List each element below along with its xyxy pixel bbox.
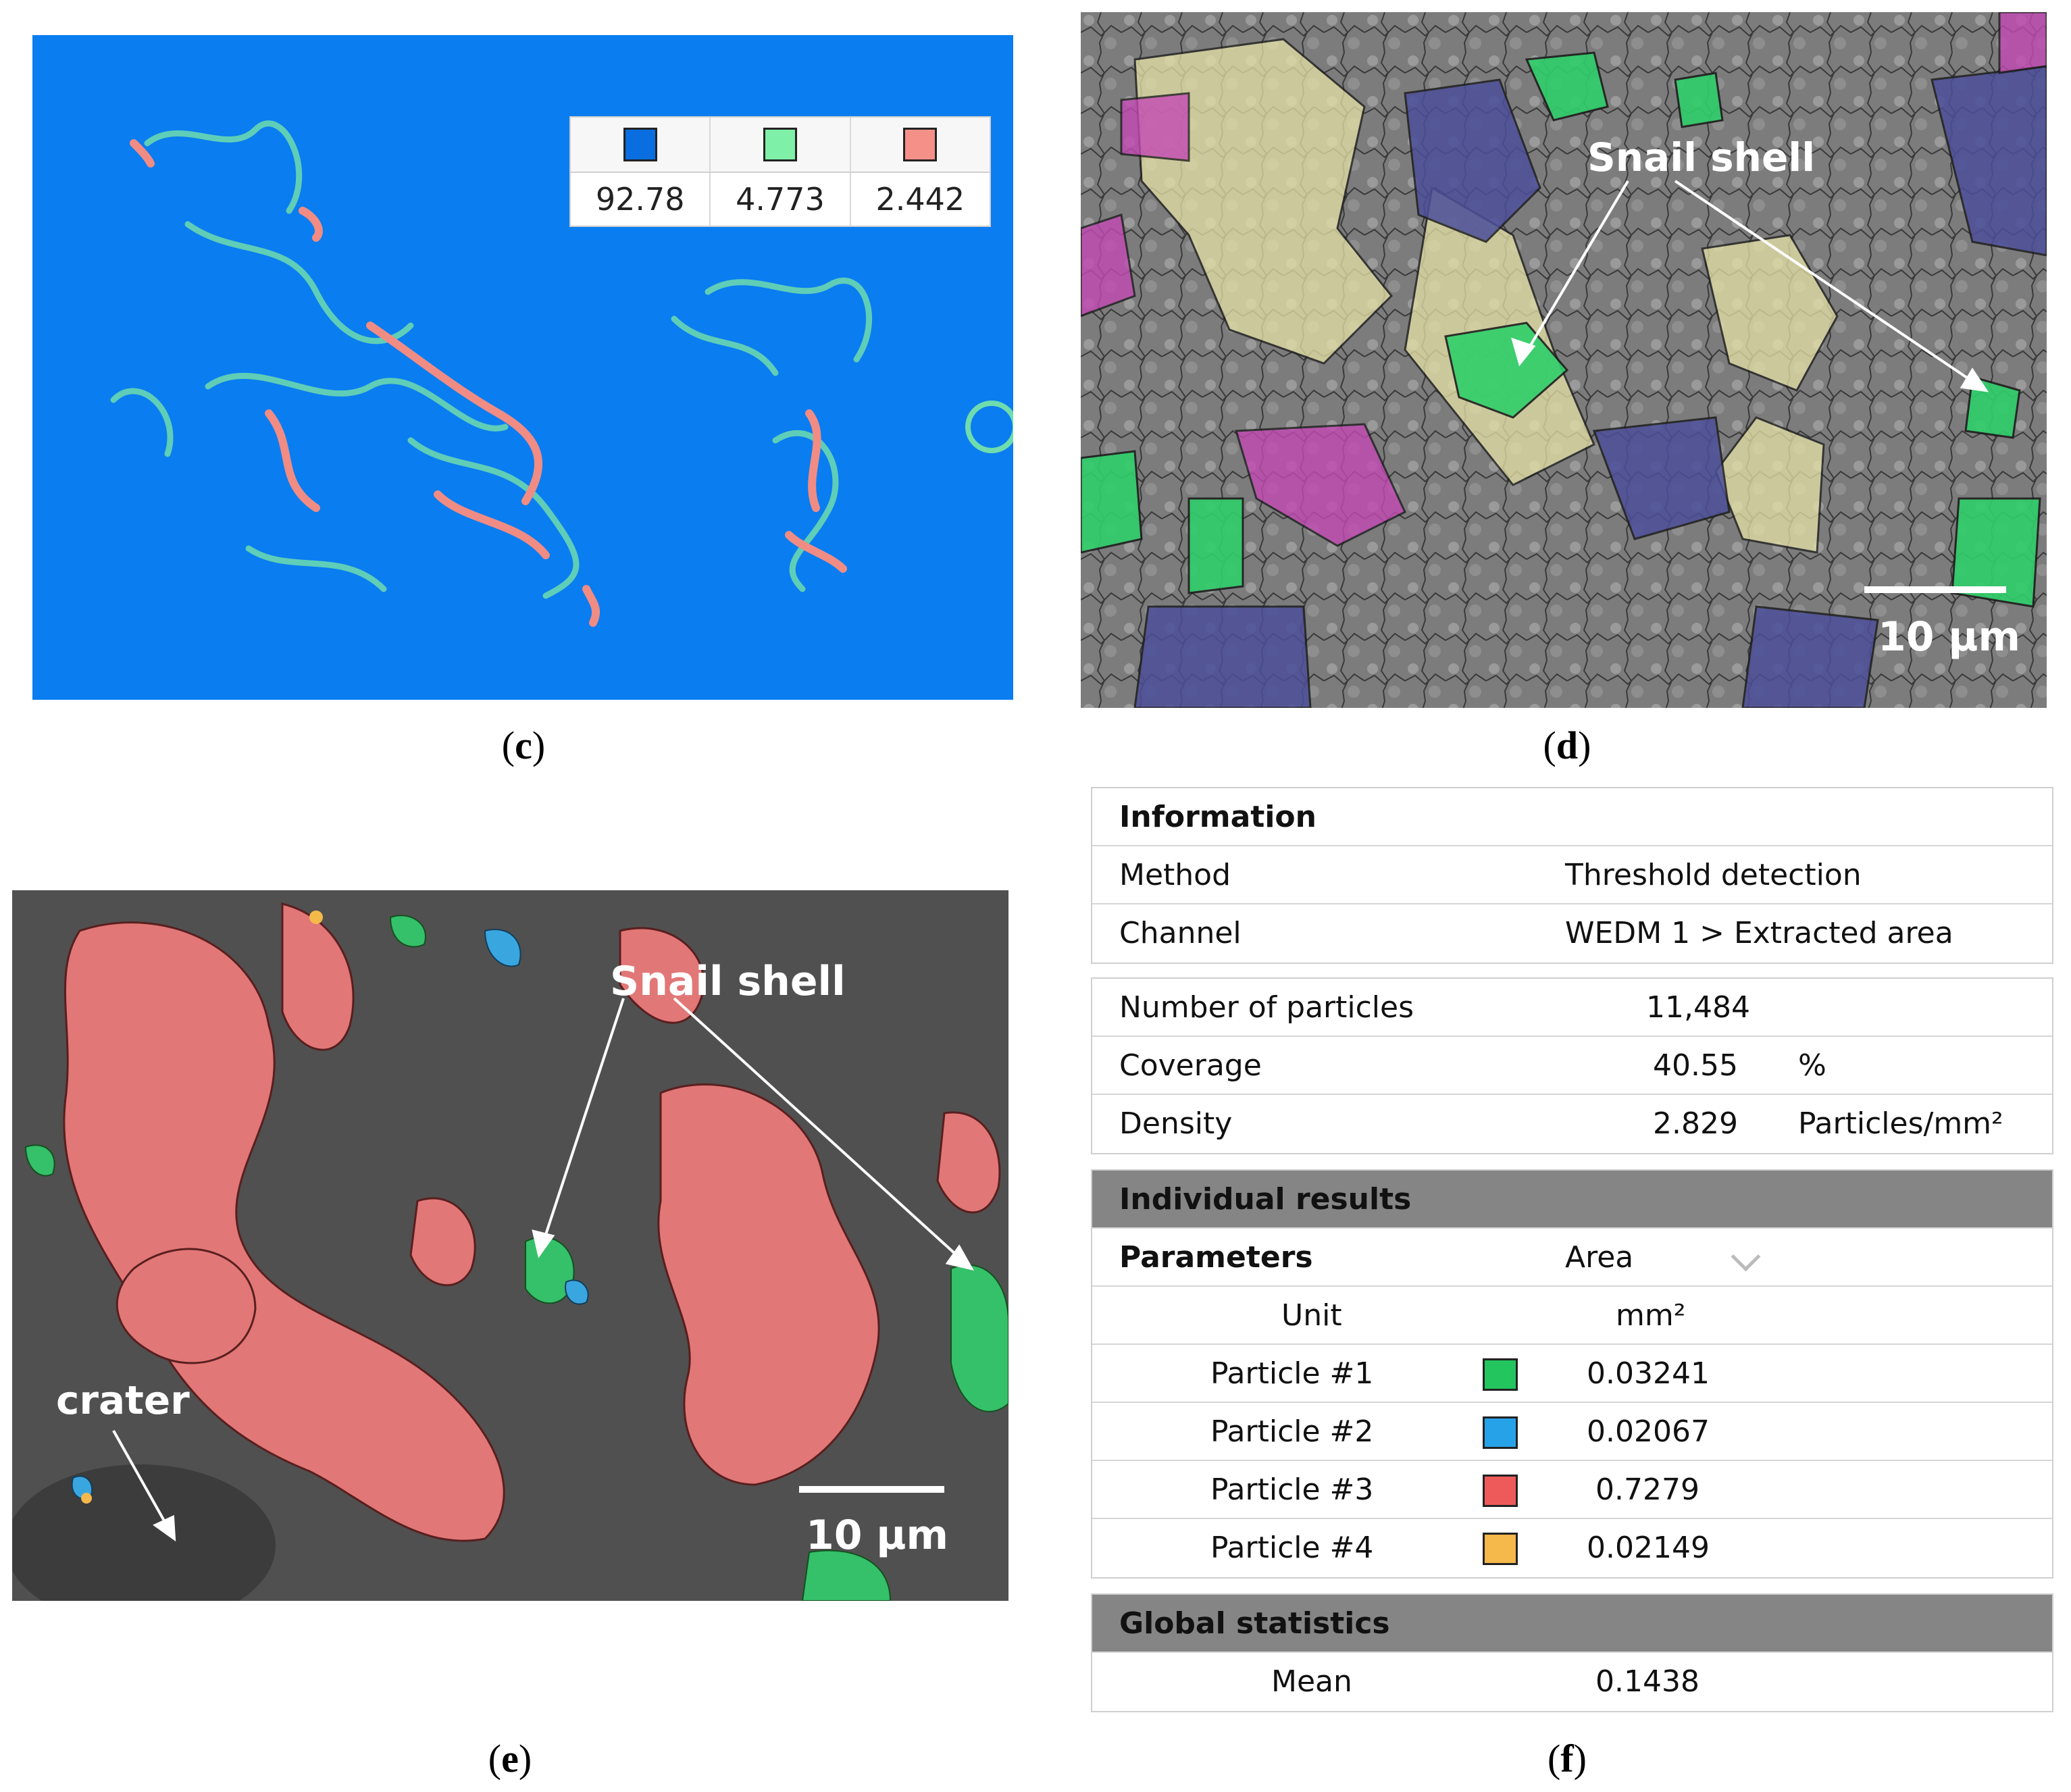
unit-row: Unit mm² xyxy=(1092,1287,2052,1345)
particles-count-label: Number of particles xyxy=(1119,990,1414,1025)
particle-row-1: Particle #1 0.03241 xyxy=(1092,1345,2052,1403)
particle-label-1: Particle #1 xyxy=(1210,1356,1374,1391)
legend-swatch-red xyxy=(903,128,938,161)
density-unit: Particles/mm² xyxy=(1798,1106,2003,1141)
method-label: Method xyxy=(1119,858,1231,892)
particle-row-3: Particle #3 0.7279 xyxy=(1092,1461,2052,1519)
global-statistics-title: Global statistics xyxy=(1119,1606,1390,1641)
coverage-value: 40.55 xyxy=(1653,1048,1738,1083)
method-value: Threshold detection xyxy=(1565,858,1862,892)
crater-label: crater xyxy=(56,1377,190,1423)
snail-shell-label-e: Snail shell xyxy=(610,958,846,1005)
particle-swatch-4 xyxy=(1483,1533,1518,1565)
information-header-row: Information xyxy=(1092,788,2052,846)
particle-value-4: 0.02149 xyxy=(1587,1531,1710,1565)
global-statistics-block: Global statistics Mean 0.1438 xyxy=(1091,1593,2053,1712)
information-title: Information xyxy=(1119,800,1316,834)
caption-e: (e) xyxy=(488,1737,532,1781)
particle-value-1: 0.03241 xyxy=(1587,1356,1710,1391)
panel-d-sem-segmentation: Snail shell 10 µm xyxy=(1081,12,2047,708)
scale-bar-label-e: 10 µm xyxy=(806,1512,948,1559)
density-value: 2.829 xyxy=(1653,1106,1738,1141)
particle-row-4: Particle #4 0.02149 xyxy=(1092,1519,2052,1577)
summary-block: Number of particles 11,484 Coverage 40.5… xyxy=(1091,977,2053,1154)
density-row: Density 2.829 Particles/mm² xyxy=(1092,1095,2052,1153)
panel-f-results-table: Information Method Threshold detection C… xyxy=(1091,787,2057,1712)
coverage-label: Coverage xyxy=(1119,1048,1262,1083)
particle-swatch-3 xyxy=(1483,1475,1518,1507)
particle-label-2: Particle #2 xyxy=(1210,1414,1374,1449)
legend-value-blue: 92.78 xyxy=(595,181,685,217)
channel-row: Channel WEDM 1 > Extracted area xyxy=(1092,904,2052,963)
global-statistics-header: Global statistics xyxy=(1092,1595,2052,1653)
caption-d: (d) xyxy=(1543,723,1591,767)
parameters-row: Parameters Area xyxy=(1092,1229,2052,1287)
particle-swatch-2 xyxy=(1483,1416,1518,1449)
unit-value: mm² xyxy=(1616,1298,1686,1333)
density-label: Density xyxy=(1119,1106,1233,1141)
scale-bar-label-d: 10 µm xyxy=(1878,613,2020,661)
particle-label-3: Particle #3 xyxy=(1210,1473,1374,1507)
coverage-row: Coverage 40.55 % xyxy=(1092,1037,2052,1095)
particle-value-2: 0.02067 xyxy=(1587,1414,1710,1449)
panel-e-particle-detection: Snail shell crater 10 µm xyxy=(12,890,1008,1601)
particle-detection-image: Snail shell crater 10 µm xyxy=(12,890,1008,1601)
snail-shell-label-d: Snail shell xyxy=(1587,134,1815,180)
legend-value-red: 2.442 xyxy=(875,181,965,217)
information-block: Information Method Threshold detection C… xyxy=(1091,787,2053,964)
caption-c: (c) xyxy=(501,723,546,767)
chevron-down-icon[interactable] xyxy=(1731,1241,1761,1272)
legend-value-green: 4.773 xyxy=(736,181,825,217)
particles-count-row: Number of particles 11,484 xyxy=(1092,979,2052,1037)
mean-value: 0.1438 xyxy=(1595,1664,1699,1699)
particle-label-4: Particle #4 xyxy=(1210,1531,1374,1565)
legend-swatch-green xyxy=(763,128,797,161)
method-row: Method Threshold detection xyxy=(1092,846,2052,904)
legend-swatch-blue xyxy=(623,128,657,161)
unit-label: Unit xyxy=(1281,1298,1342,1333)
individual-results-block: Individual results Parameters Area Unit … xyxy=(1091,1169,2053,1579)
panel-c-threshold-map: 92.78 4.773 2.442 xyxy=(32,35,1013,700)
individual-results-title: Individual results xyxy=(1119,1182,1412,1217)
sem-segmentation-image: Snail shell 10 µm xyxy=(1081,12,2047,708)
coverage-unit: % xyxy=(1798,1048,1826,1083)
channel-label: Channel xyxy=(1119,916,1242,950)
particle-row-2: Particle #2 0.02067 xyxy=(1092,1403,2052,1461)
mean-row: Mean 0.1438 xyxy=(1092,1653,2052,1711)
legend-box: 92.78 4.773 2.442 xyxy=(569,116,991,227)
mean-label: Mean xyxy=(1271,1664,1352,1699)
particles-count-value: 11,484 xyxy=(1646,990,1750,1025)
parameters-select[interactable]: Area xyxy=(1565,1229,1633,1287)
particle-value-3: 0.7279 xyxy=(1595,1473,1699,1507)
channel-value: WEDM 1 > Extracted area xyxy=(1565,916,1953,950)
parameters-label: Parameters xyxy=(1119,1240,1313,1275)
individual-results-header: Individual results xyxy=(1092,1171,2052,1229)
particle-swatch-1 xyxy=(1483,1358,1518,1391)
caption-f: (f) xyxy=(1548,1737,1587,1781)
